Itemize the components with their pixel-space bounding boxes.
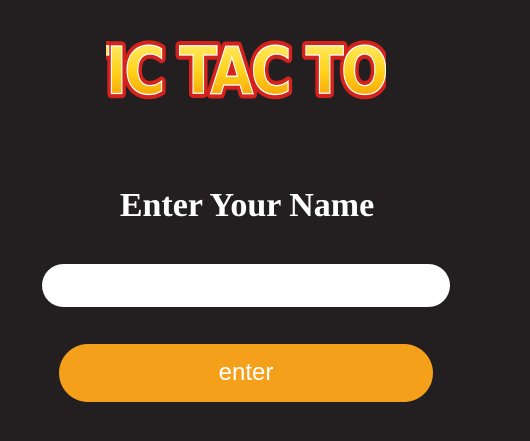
logo-title: TIC TAC TOE bbox=[106, 34, 386, 108]
name-input[interactable] bbox=[42, 264, 450, 307]
enter-button[interactable]: enter bbox=[59, 344, 433, 402]
name-entry-screen: TIC TAC TOE TIC TAC TOE Enter Your Name … bbox=[0, 0, 530, 441]
logo-graphic: TIC TAC TOE TIC TAC TOE bbox=[106, 30, 386, 108]
tic-tac-toe-logo: TIC TAC TOE TIC TAC TOE bbox=[106, 26, 386, 108]
page-title: Enter Your Name bbox=[119, 187, 375, 224]
